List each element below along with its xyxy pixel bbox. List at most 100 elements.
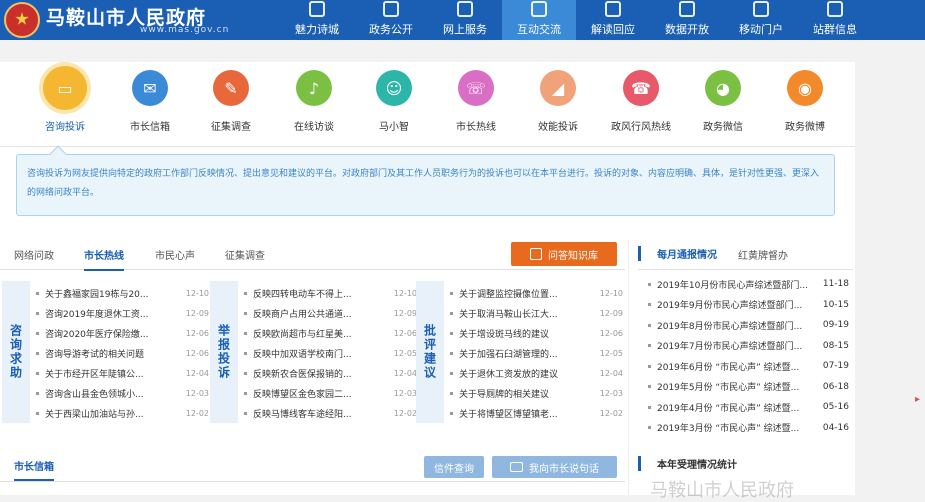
list-item[interactable]: 2019年8月份市民心声综述暨部门... 09-19 <box>648 315 853 336</box>
list-item[interactable]: 关于增设斑马线的建议 12-06 <box>448 323 623 343</box>
icon-label: 政务微信 <box>703 122 743 133</box>
item-date: 12-10 <box>185 288 209 298</box>
list-item[interactable]: 咨询含山县金色领城小... 12-03 <box>34 383 209 403</box>
icon-label: 市长信箱 <box>130 122 170 133</box>
nav-label: 互动交流 <box>517 23 561 36</box>
nav-item-gov-affairs[interactable]: 政务公开 <box>354 0 428 40</box>
list-item[interactable]: 2019年5月份 “市民心声” 综述暨... 06-18 <box>648 377 853 398</box>
icon-label: 马小智 <box>379 122 409 133</box>
nav-item-interaction[interactable]: 互动交流 <box>502 0 576 40</box>
list-item[interactable]: 反映商户占用公共通道... 12-09 <box>242 303 417 323</box>
list-item[interactable]: 反映中加双语学校南门... 12-05 <box>242 343 417 363</box>
item-title: 关于将博望区博望镇老... <box>459 409 558 420</box>
item-date: 12-02 <box>599 408 623 418</box>
list-item[interactable]: 反映马博线客车途经阳... 12-02 <box>242 403 417 423</box>
icon-item-conduct-hotline[interactable]: ☎ 政风行风热线 <box>601 70 681 133</box>
tab-survey[interactable]: 征集调查 <box>225 247 265 262</box>
nav-item-interpretation[interactable]: 解读回应 <box>576 0 650 40</box>
nav-item-charm-city[interactable]: 魅力诗城 <box>280 0 354 40</box>
item-title: 咨询含山县金色领城小... <box>45 389 144 400</box>
chat-bubbles-icon <box>531 1 547 17</box>
icon-item-online-interview[interactable]: ♪ 在线访谈 <box>274 70 354 133</box>
main-panel: ▭ 咨询投诉 ✉ 市长信箱 ✎ 征集调查 ♪ 在线访谈 ☺ 马小智 ☏ 市长热线 ◢ 效能投诉… <box>0 62 855 495</box>
list-item[interactable]: 反映博望区金色家园二... 12-03 <box>242 383 417 403</box>
nav-label: 移动门户 <box>739 23 783 36</box>
nav-item-online-service[interactable]: 网上服务 <box>428 0 502 40</box>
letter-query-button[interactable]: 信件查询 <box>424 456 484 478</box>
knowledge-base-button[interactable]: 问答知识库 <box>511 242 617 266</box>
list-item[interactable]: 关于将博望区博望镇老... 12-02 <box>448 403 623 423</box>
list-item[interactable]: 2019年9月份市民心声综述暨部门... 10-15 <box>648 295 853 316</box>
item-title: 关于取消马鞍山长江大... <box>459 309 558 320</box>
nav-item-open-data[interactable]: 数据开放 <box>650 0 724 40</box>
list-item[interactable]: 咨询导游考试的相关问题 12-06 <box>34 343 209 363</box>
icon-item-mayor-mailbox[interactable]: ✉ 市长信箱 <box>110 70 190 133</box>
list-item[interactable]: 关于加强石臼湖管理的... 12-05 <box>448 343 623 363</box>
item-title: 反映欧尚超市与红星美... <box>253 329 352 340</box>
list-item[interactable]: 关于西梁山加油站与孙... 12-02 <box>34 403 209 423</box>
item-title: 反映新农合医保报销的... <box>253 369 352 380</box>
say-to-mayor-button[interactable]: 我向市长说句话 <box>492 456 617 478</box>
nav-item-mobile-portal[interactable]: 移动门户 <box>724 0 798 40</box>
list-item[interactable]: 2019年6月份 “市民心声” 综述暨... 07-19 <box>648 356 853 377</box>
icon-item-survey[interactable]: ✎ 征集调查 <box>191 70 271 133</box>
item-title: 反映商户占用公共通道... <box>253 309 352 320</box>
list-item[interactable]: 关于市经开区年陡镇公... 12-04 <box>34 363 209 383</box>
mayor-mailbox-title[interactable]: 市长信箱 <box>14 458 54 481</box>
list-item[interactable]: 咨询2019年度退休工资... 12-09 <box>34 303 209 323</box>
list-item[interactable]: 2019年4月份 “市民心声” 综述暨... 05-16 <box>648 397 853 418</box>
list-item[interactable]: 关于取消马鞍山长江大... 12-09 <box>448 303 623 323</box>
list-item[interactable]: 关于导厕牌的相关建议 12-03 <box>448 383 623 403</box>
bullet <box>648 323 651 327</box>
tab-mayor-hotline[interactable]: 市长热线 <box>84 247 124 271</box>
item-date: 12-03 <box>599 388 623 398</box>
list-item[interactable]: 2019年10月份市民心声综述暨部门... 11-18 <box>648 274 853 295</box>
annual-stats-title: 本年受理情况统计 <box>638 456 737 471</box>
tab-red-yellow-card[interactable]: 红黄牌督办 <box>738 247 788 262</box>
nav-item-site-group[interactable]: 站群信息 <box>798 0 872 40</box>
telephone-icon: ☎ <box>623 70 659 106</box>
list-item[interactable]: 反映欧尚超市与红星美... 12-06 <box>242 323 417 343</box>
item-title: 2019年4月份 “市民心声” 综述暨... <box>657 403 800 414</box>
icon-item-consult-complain[interactable]: ▭ 咨询投诉 <box>25 66 105 133</box>
item-date: 06-18 <box>822 381 849 392</box>
item-date: 08-15 <box>822 340 849 351</box>
weibo-icon: ◉ <box>787 70 823 106</box>
right-tabs: 每月通报情况 红黄牌督办 <box>638 240 853 270</box>
list-item[interactable]: 关于鑫福家园19栋与20... 12-10 <box>34 283 209 303</box>
icon-item-mayor-hotline[interactable]: ☏ 市长热线 <box>436 70 516 133</box>
icon-item-gov-weibo[interactable]: ◉ 政务微博 <box>765 70 845 133</box>
tab-citizen-voice[interactable]: 市民心声 <box>155 247 195 262</box>
list-item[interactable]: 关于退休工资发放的建议 12-04 <box>448 363 623 383</box>
item-date: 05-16 <box>822 402 849 413</box>
list-item[interactable]: 反映新农合医保报销的... 12-04 <box>242 363 417 383</box>
icon-item-gov-wechat[interactable]: ◕ 政务微信 <box>683 70 763 133</box>
item-title: 2019年10月份市民心声综述暨部门... <box>657 280 808 291</box>
list-item[interactable]: 2019年3月份 “市民心声” 综述暨... 04-16 <box>648 418 853 439</box>
item-date: 12-06 <box>185 348 209 358</box>
document-icon <box>383 1 399 17</box>
item-title: 关于退休工资发放的建议 <box>459 369 559 380</box>
icon-item-ma-xiaozhi[interactable]: ☺ 马小智 <box>354 70 434 133</box>
icon-label: 效能投诉 <box>538 122 578 133</box>
icon-item-efficiency-complaint[interactable]: ◢ 效能投诉 <box>518 70 598 133</box>
list: 关于鑫福家园19栋与20... 12-10 咨询2019年度退休工资... 12-0… <box>34 283 209 423</box>
item-date: 12-10 <box>393 288 417 298</box>
list-item[interactable]: 反映四转电动车不得上... 12-10 <box>242 283 417 303</box>
list-item[interactable]: 关于调整监控摄像位置... 12-10 <box>448 283 623 303</box>
nav-label: 魅力诗城 <box>295 23 339 36</box>
item-date: 12-03 <box>185 388 209 398</box>
icon-label: 市长热线 <box>456 122 496 133</box>
list-item[interactable]: 咨询2020年医疗保险缴... 12-06 <box>34 323 209 343</box>
item-date: 09-19 <box>822 320 849 331</box>
column-side-label: 咨询求助 <box>2 281 30 423</box>
icon-label: 咨询投诉 <box>45 122 85 133</box>
list-item[interactable]: 2019年7月份市民心声综述暨部门... 08-15 <box>648 336 853 357</box>
bullet <box>450 391 453 395</box>
tab-monthly-report[interactable]: 每月通报情况 <box>638 246 717 261</box>
item-title: 2019年5月份 “市民心声” 综述暨... <box>657 383 800 394</box>
item-date: 12-03 <box>393 388 417 398</box>
bullet <box>648 385 651 389</box>
national-emblem-icon[interactable] <box>4 2 40 38</box>
tab-online-inquiry[interactable]: 网络问政 <box>14 247 54 262</box>
